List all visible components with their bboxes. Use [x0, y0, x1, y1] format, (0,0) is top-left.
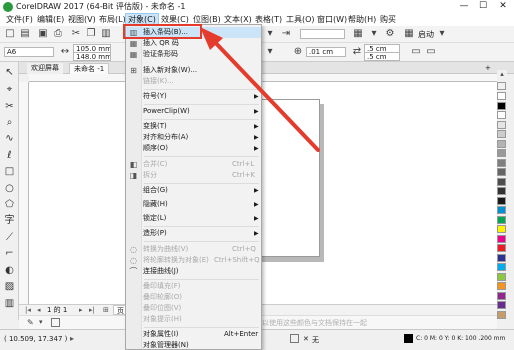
annotation-arrow-shaft	[208, 35, 320, 152]
annotation-arrow	[200, 27, 320, 152]
